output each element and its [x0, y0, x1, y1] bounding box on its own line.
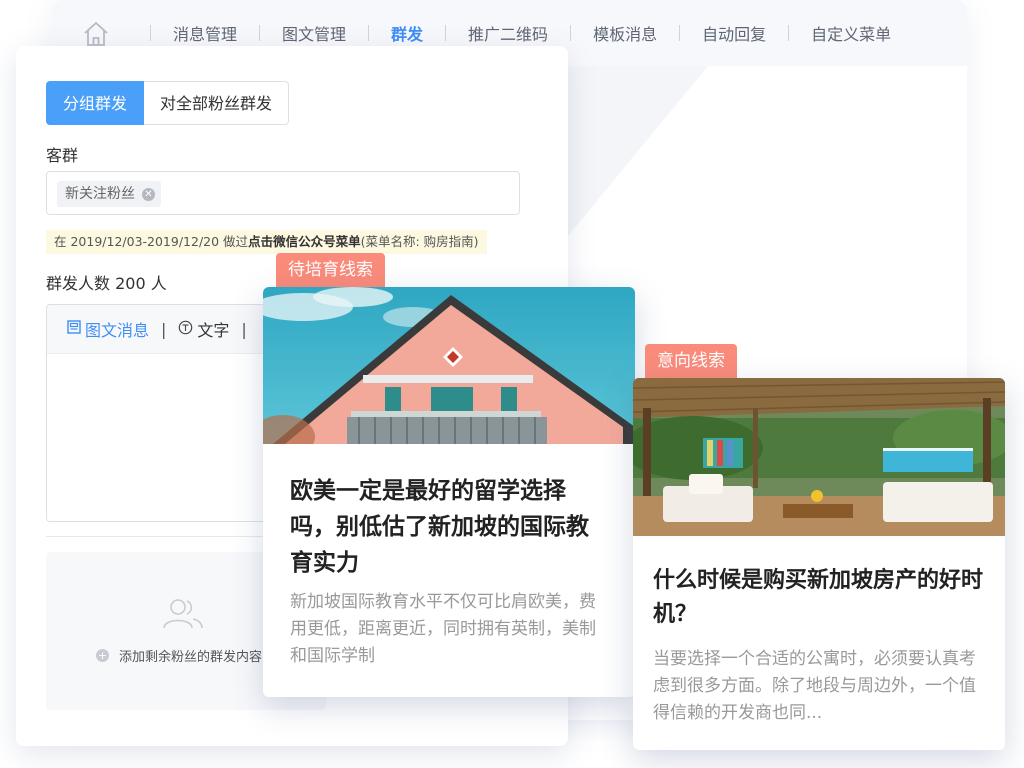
- audience-condition-hint: 在 2019/12/03-2019/12/20 做过点击微信公众号菜单(菜单名称…: [46, 230, 487, 254]
- nav-item-broadcast[interactable]: 群发: [391, 21, 423, 45]
- nav-separator: [368, 25, 370, 41]
- lead-badge-nurture: 待培育线索: [276, 253, 385, 287]
- nav-separator: [445, 25, 447, 41]
- nav-item-qrcode[interactable]: 推广二维码: [468, 21, 548, 45]
- nav-separator: [150, 25, 151, 41]
- nav-separator: [259, 25, 261, 41]
- nav-item-article-management[interactable]: 图文管理: [282, 21, 346, 45]
- tab-separator: |: [161, 319, 167, 339]
- article-card-property[interactable]: 什么时候是购买新加坡房产的好时机？ 当要选择一个合适的公寓时，必须要认真考虑到很…: [633, 378, 1005, 750]
- house-facade-image: [263, 287, 635, 459]
- audience-chip-label: 新关注粉丝: [65, 186, 135, 202]
- news-icon: [67, 320, 81, 338]
- plus-icon: +: [96, 649, 109, 662]
- tab-text-message[interactable]: 文字: [178, 317, 229, 341]
- nav-item-custom-menu[interactable]: 自定义菜单: [811, 21, 891, 45]
- tab-news-message[interactable]: 图文消息: [67, 317, 149, 341]
- tab-separator: |: [241, 319, 247, 339]
- add-remaining-label: 添加剩余粉丝的群发内容: [119, 650, 263, 665]
- chip-close-icon[interactable]: ✕: [142, 187, 155, 201]
- broadcast-mode-toggle: 分组群发 对全部粉丝群发: [46, 81, 290, 125]
- article-card-education[interactable]: 欧美一定是最好的留学选择吗，别低估了新加坡的国际教育实力 新加坡国际教育水平不仅…: [263, 287, 635, 697]
- article-description: 当要选择一个合适的公寓时，必须要认真考虑到很多方面。除了地段与周边外，一个值得信…: [653, 649, 976, 723]
- nav-item-auto-reply[interactable]: 自动回复: [702, 21, 766, 45]
- hint-suffix: (菜单名称: 购房指南): [360, 234, 479, 249]
- nav-item-template-message[interactable]: 模板消息: [593, 21, 657, 45]
- article-title[interactable]: 什么时候是购买新加坡房产的好时机？: [653, 564, 991, 632]
- group-broadcast-button[interactable]: 分组群发: [46, 81, 145, 125]
- home-icon[interactable]: [82, 21, 110, 47]
- audience-tag-input[interactable]: 新关注粉丝 ✕: [46, 171, 520, 215]
- panel-shadow: [568, 66, 708, 236]
- article-description: 新加坡国际教育水平不仅可比肩欧美，费用更低，距离更近，同时拥有英制，美制和国际学…: [290, 592, 596, 666]
- tab-text-label: 文字: [197, 321, 230, 340]
- text-icon: [178, 320, 193, 339]
- nav-separator: [679, 25, 681, 41]
- hint-bold: 点击微信公众号菜单: [248, 234, 361, 249]
- nav-separator: [570, 25, 572, 41]
- add-remaining-text[interactable]: + 添加剩余粉丝的群发内容: [96, 646, 262, 665]
- article-title[interactable]: 欧美一定是最好的留学选择吗，别低估了新加坡的国际教育实力: [290, 473, 610, 581]
- broadcast-count-label: 群发人数 200 人: [46, 274, 167, 293]
- all-fans-broadcast-button[interactable]: 对全部粉丝群发: [144, 81, 290, 125]
- nav-separator: [788, 25, 790, 41]
- audience-chip: 新关注粉丝 ✕: [57, 181, 161, 207]
- tab-news-label: 图文消息: [85, 321, 150, 340]
- nav-item-message-management[interactable]: 消息管理: [173, 21, 237, 45]
- hint-prefix: 在 2019/12/03-2019/12/20 做过: [54, 234, 249, 249]
- people-icon: [160, 598, 206, 630]
- villa-pavilion-image: [633, 378, 1005, 536]
- audience-label: 客群: [46, 146, 79, 165]
- stage: 消息管理 图文管理 群发 推广二维码 模板消息 自动回复 自定义菜单 分组群发 …: [0, 0, 1024, 768]
- lead-badge-intent: 意向线索: [645, 344, 737, 378]
